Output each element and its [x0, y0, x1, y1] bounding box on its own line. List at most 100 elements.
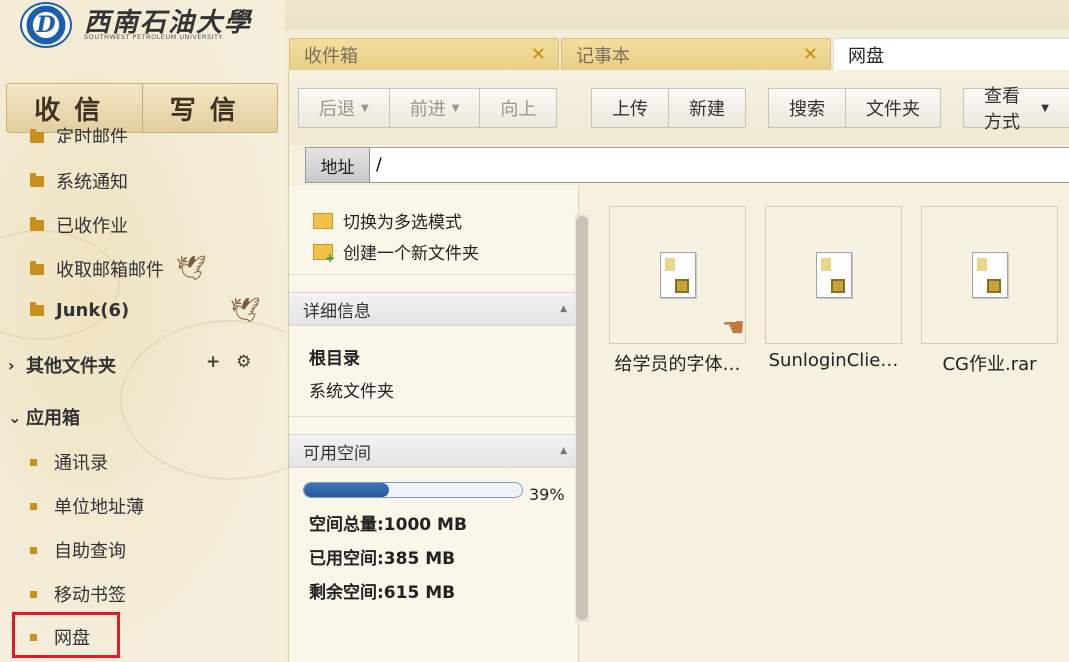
cloud-decoration	[0, 230, 120, 340]
folder-button[interactable]: 文件夹	[846, 88, 941, 128]
file-name: SunloginClie…	[768, 350, 899, 371]
folder-icon	[30, 260, 44, 275]
other-folders-toggle[interactable]: › 其他文件夹	[8, 352, 116, 378]
file-name: CG作业.rar	[942, 354, 1037, 375]
sidebar-item-self-service[interactable]: 自助查询	[30, 537, 126, 563]
folder-icon	[30, 172, 44, 187]
folder-icon	[30, 129, 44, 143]
bullet-icon	[30, 458, 37, 466]
tab-inbox[interactable]: 收件箱 ✕	[289, 38, 559, 70]
sidebar-folder-homework[interactable]: 已收作业	[30, 212, 128, 238]
current-folder-type: 系统文件夹	[309, 382, 394, 402]
space-usage-percent: 39%	[529, 485, 565, 504]
cloud-decoration	[120, 320, 285, 480]
bullet-icon	[30, 590, 37, 598]
university-logo[interactable]: D 西南石油大學 SOUTHWEST PETROLEUM UNIVERSITY	[18, 0, 268, 50]
bullet-icon	[30, 502, 37, 510]
bird-decoration-icon: 🕊	[230, 296, 261, 324]
other-folders-actions: + ⚙	[206, 352, 261, 372]
tab-notepad[interactable]: 记事本 ✕	[561, 38, 831, 70]
upload-button[interactable]: 上传	[591, 88, 669, 128]
folder-label: 系统通知	[56, 172, 128, 193]
address-label: 地址	[306, 148, 370, 182]
file-name: 给学员的字体…	[614, 354, 741, 375]
info-pane-scrollbar[interactable]	[575, 214, 589, 622]
folder-label: 已收作业	[56, 216, 128, 237]
sidebar: D 西南石油大學 SOUTHWEST PETROLEUM UNIVERSITY …	[0, 0, 285, 662]
address-input[interactable]	[370, 150, 1069, 180]
caret-down-icon: ▼	[361, 102, 369, 114]
space-used: 已用空间:385 MB	[309, 549, 456, 569]
scrollbar-thumb[interactable]	[576, 216, 588, 620]
file-icon	[659, 252, 696, 298]
sidebar-folder-junk[interactable]: Junk(6)	[30, 300, 129, 321]
app-box-toggle[interactable]: ⌄ 应用箱	[8, 404, 80, 430]
write-mail-button[interactable]: 写信	[141, 84, 278, 132]
university-subtitle: SOUTHWEST PETROLEUM UNIVERSITY	[84, 33, 223, 41]
divider	[289, 416, 575, 417]
forward-button[interactable]: 前进 ▼	[389, 88, 481, 128]
view-button-group: 查看方式 ▼	[963, 86, 1069, 133]
university-emblem-icon: D	[20, 2, 72, 48]
address-bar: 地址	[305, 147, 1069, 183]
file-icon	[815, 252, 852, 298]
divider	[289, 274, 575, 275]
sidebar-folder-scheduled[interactable]: 定时邮件	[30, 127, 128, 143]
folder-label: Junk(6)	[56, 300, 130, 321]
file-item[interactable]: CG作业.rar	[921, 206, 1058, 376]
up-button[interactable]: 向上	[480, 88, 558, 128]
new-button[interactable]: 新建	[669, 88, 746, 128]
folder-icon	[30, 216, 44, 231]
space-total: 空间总量:1000 MB	[309, 515, 467, 535]
top-menu-strip	[285, 0, 1069, 30]
info-pane: 切换为多选模式 创建一个新文件夹 详细信息 ▲ 根目录 系统文件夹 可用空间 ▲…	[289, 186, 579, 662]
chevron-right-icon: ›	[8, 355, 15, 375]
back-button[interactable]: 后退 ▼	[298, 88, 390, 128]
receive-mail-button[interactable]: 收信	[7, 84, 142, 132]
other-folders-label: 其他文件夹	[26, 356, 116, 377]
search-button[interactable]: 搜索	[768, 88, 846, 128]
current-folder-name: 根目录	[309, 349, 360, 369]
close-icon[interactable]: ✕	[531, 44, 546, 65]
app-box-label: 应用箱	[26, 408, 80, 429]
gear-icon[interactable]: ⚙	[236, 352, 251, 372]
file-item[interactable]: ☚ 给学员的字体…	[609, 206, 746, 376]
sidebar-folder-fetch-mail[interactable]: 收取邮箱邮件	[30, 256, 164, 282]
new-folder-icon	[313, 243, 335, 265]
add-folder-icon[interactable]: +	[206, 352, 220, 372]
nav-button-group: 后退 ▼ 前进 ▼ 向上	[298, 88, 558, 128]
sidebar-item-bookmarks[interactable]: 移动书签	[30, 581, 126, 607]
file-grid: ☚ 给学员的字体… SunloginClie… CG作业.rar	[609, 206, 1069, 376]
compose-bar: 收信 写信	[6, 83, 278, 133]
space-usage-fill	[304, 483, 390, 497]
space-header[interactable]: 可用空间 ▲	[289, 434, 575, 468]
tab-netdisk[interactable]: 网盘	[833, 38, 1069, 70]
space-usage-bar	[303, 482, 523, 498]
details-header[interactable]: 详细信息 ▲	[289, 292, 575, 326]
bullet-icon	[30, 546, 37, 554]
shared-hand-icon: ☚	[721, 313, 745, 343]
bird-decoration-icon: 🕊	[176, 254, 207, 282]
view-mode-button[interactable]: 查看方式 ▼	[963, 86, 1069, 133]
sidebar-item-org-address-book[interactable]: 单位地址薄	[30, 493, 144, 519]
netdisk-panel: 后退▼ 前进▼ 向上 上传 新建 搜索 文件夹 查看方式▼ 地址 切换为多选模式	[288, 70, 1069, 662]
file-item[interactable]: SunloginClie…	[765, 206, 902, 376]
chevron-down-icon: ⌄	[8, 407, 22, 427]
sidebar-folder-system-notice[interactable]: 系统通知	[30, 168, 128, 194]
close-icon[interactable]: ✕	[803, 44, 818, 65]
file-tile	[765, 206, 902, 344]
file-tile	[921, 206, 1058, 344]
toggle-multiselect-action[interactable]: 切换为多选模式	[313, 208, 462, 233]
folder-label: 收取邮箱邮件	[56, 260, 164, 281]
tab-bar: 收件箱 ✕ 记事本 ✕ 网盘	[289, 38, 1069, 70]
caret-down-icon: ▼	[451, 102, 460, 114]
netdisk-highlight	[12, 612, 120, 658]
caret-down-icon: ▼	[1041, 102, 1049, 114]
file-tile: ☚	[609, 206, 746, 344]
toolbar: 后退 ▼ 前进 ▼ 向上 上传 新建 搜索 文件夹 查看方式 ▼	[289, 70, 1069, 145]
sidebar-item-contacts[interactable]: 通讯录	[30, 449, 108, 475]
file-icon	[971, 252, 1008, 298]
space-free: 剩余空间:615 MB	[309, 583, 456, 603]
folder-icon	[30, 302, 44, 316]
create-folder-action[interactable]: 创建一个新文件夹	[313, 239, 479, 265]
